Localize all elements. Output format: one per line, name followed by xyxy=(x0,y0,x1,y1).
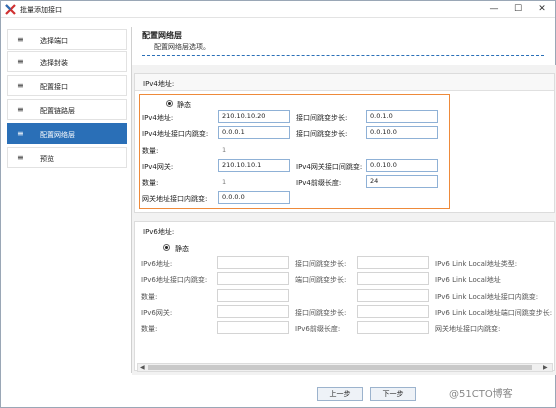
ipv4-gw-port-inner-input[interactable]: 0.0.0.0 xyxy=(218,191,290,204)
ipv6-port-inner-input[interactable] xyxy=(357,272,429,285)
ipv6-group-header: IPv6地址: xyxy=(135,222,554,239)
sidebar-item-preview[interactable]: ≡ 预览 xyxy=(7,147,127,168)
sidebar-item-label: 配置接口 xyxy=(40,83,68,91)
ipv4-static-config-box: 静态 IPv4地址: 210.10.10.20 接口间跳变步长: 0.0.1.0… xyxy=(139,94,450,209)
ipv6-gateway-label: IPv6网关: xyxy=(141,309,173,317)
ipv4-gateway-input[interactable]: 210.10.10.1 xyxy=(218,159,290,172)
ipv4-addr-input[interactable]: 210.10.10.20 xyxy=(218,110,290,123)
ipv6-ll-addr-label: IPv6 Link Local地址 xyxy=(435,276,501,284)
ipv4-inner-step-input[interactable]: 0.0.0.1 xyxy=(218,126,290,139)
maximize-button[interactable]: ☐ xyxy=(511,3,525,16)
sidebar-item-label: 预览 xyxy=(40,155,54,163)
ipv6-ll-inner-label: IPv6 Link Local地址接口内跳变: xyxy=(435,293,539,301)
ipv6-addr-input[interactable] xyxy=(217,256,289,269)
dialog-window: 批量添加接口 — ☐ ✕ ≡ 选择端口 ≡ 选择封装 ≡ 配置接口 ≡ 配置链路… xyxy=(0,0,556,408)
sidebar-item-select-encap[interactable]: ≡ 选择封装 xyxy=(7,51,127,72)
ipv4-port-inner-input[interactable]: 0.0.10.0 xyxy=(366,126,438,139)
ipv4-gw-port-inner-label: 网关地址接口内跳变: xyxy=(142,195,208,203)
ipv6-count2-input[interactable] xyxy=(217,321,289,334)
ipv4-group: IPv4地址: 静态 IPv4地址: 210.10.10.20 接口间跳变步长:… xyxy=(134,73,555,213)
sidebar-item-label: 配置网络层 xyxy=(40,131,75,139)
ipv6-port-step-input[interactable] xyxy=(357,256,429,269)
ipv4-prefix-label: IPv4前缀长度: xyxy=(296,179,342,187)
ipv6-count2-label: 数量: xyxy=(141,325,158,333)
ipv4-inner-step-label: IPv4地址接口内跳变: xyxy=(142,130,209,138)
list-icon: ≡ xyxy=(17,35,24,44)
settings-scroll-area[interactable]: IPv4地址: 静态 IPv4地址: 210.10.10.20 接口间跳变步长:… xyxy=(132,65,556,375)
page-subtitle: 配置网络层选项。 xyxy=(154,43,210,51)
ipv6-prefix-label: IPv6前缀长度: xyxy=(295,325,341,333)
ipv6-inner-step-input[interactable] xyxy=(217,272,289,285)
ipv6-static-label: 静态 xyxy=(175,245,189,253)
horizontal-scrollbar[interactable]: ◀ ▶ xyxy=(137,363,553,372)
sidebar-item-config-link-layer[interactable]: ≡ 配置链路层 xyxy=(7,99,127,120)
next-button[interactable]: 下一步 xyxy=(370,387,416,401)
ipv4-group-header: IPv4地址: xyxy=(135,74,554,91)
ipv6-count-label: 数量: xyxy=(141,293,158,301)
list-icon: ≡ xyxy=(17,105,24,114)
page-title: 配置网络层 xyxy=(142,31,182,40)
ipv4-count2-label: 数量: xyxy=(142,179,159,187)
ipv6-group: IPv6地址: 静态 IPv6地址: 接口间跳变步长: IPv6 Link Lo… xyxy=(134,221,555,371)
window-title: 批量添加接口 xyxy=(20,6,62,14)
ipv4-group-title: IPv4地址: xyxy=(143,80,175,88)
ipv4-static-radio[interactable] xyxy=(166,100,173,107)
ipv4-port-step-label: 接口间跳变步长: xyxy=(296,114,348,122)
sidebar-item-config-interface[interactable]: ≡ 配置接口 xyxy=(7,75,127,96)
list-icon: ≡ xyxy=(17,81,24,90)
wizard-steps-sidebar: ≡ 选择端口 ≡ 选择封装 ≡ 配置接口 ≡ 配置链路层 ≡ 配置网络层 ≡ 预… xyxy=(7,27,129,373)
scrollbar-thumb[interactable] xyxy=(148,365,532,370)
ipv6-port-step-label: 接口间跳变步长: xyxy=(295,260,347,268)
ipv4-gateway-inner-input[interactable]: 0.0.10.0 xyxy=(366,159,438,172)
ipv6-gw-step-input[interactable] xyxy=(357,305,429,318)
ipv6-ll-type-label: IPv6 Link Local地址类型: xyxy=(435,260,518,268)
ipv6-group-title: IPv6地址: xyxy=(143,228,175,236)
list-icon: ≡ xyxy=(17,57,24,66)
ipv6-gateway-input[interactable] xyxy=(217,305,289,318)
ipv4-addr-label: IPv4地址: xyxy=(142,114,174,122)
watermark: @51CTO博客 xyxy=(449,389,513,400)
sidebar-item-select-port[interactable]: ≡ 选择端口 xyxy=(7,29,127,50)
ipv4-count-label: 数量: xyxy=(142,147,159,155)
list-icon: ≡ xyxy=(17,129,24,138)
sidebar-item-label: 选择封装 xyxy=(40,59,68,67)
ipv4-count2-value: 1 xyxy=(222,178,227,186)
ipv6-count-input[interactable] xyxy=(217,289,289,302)
list-icon: ≡ xyxy=(17,153,24,162)
scroll-left-icon[interactable]: ◀ xyxy=(140,364,145,371)
close-button[interactable]: ✕ xyxy=(535,3,549,16)
header-divider xyxy=(142,55,544,56)
prev-button[interactable]: 上一步 xyxy=(317,387,363,401)
ipv6-gw-inner-label: 网关地址接口内跳变: xyxy=(435,325,501,333)
ipv4-port-step-input[interactable]: 0.0.1.0 xyxy=(366,110,438,123)
ipv6-addr-label: IPv6地址: xyxy=(141,260,173,268)
sidebar-item-label: 选择端口 xyxy=(40,37,68,45)
minimize-button[interactable]: — xyxy=(487,3,501,16)
app-logo-icon xyxy=(5,4,16,15)
title-bar[interactable]: 批量添加接口 — ☐ ✕ xyxy=(1,1,555,18)
ipv4-gateway-label: IPv4网关: xyxy=(142,163,174,171)
ipv4-port-inner-label: 接口间跳变步长: xyxy=(296,130,348,138)
scroll-right-icon[interactable]: ▶ xyxy=(543,364,548,371)
ipv6-ll-port-step-label: IPv6 Link Local地址端口间跳变步长: xyxy=(435,309,553,317)
ipv6-count-extra-input[interactable] xyxy=(357,289,429,302)
ipv6-inner-step-label: IPv6地址接口内跳变: xyxy=(141,276,208,284)
ipv4-gateway-inner-label: IPv4网关接口间跳变: xyxy=(296,163,363,171)
ipv6-port-inner-label: 端口间跳变步长: xyxy=(295,276,347,284)
sidebar-item-config-network-layer[interactable]: ≡ 配置网络层 xyxy=(7,123,127,144)
ipv4-count-value: 1 xyxy=(222,146,227,154)
ipv6-static-radio[interactable] xyxy=(163,244,170,251)
ipv4-static-label: 静态 xyxy=(177,101,191,109)
sidebar-item-label: 配置链路层 xyxy=(40,107,75,115)
ipv6-gw-step-label: 接口间跳变步长: xyxy=(295,309,347,317)
ipv6-prefix-input[interactable] xyxy=(357,321,429,334)
ipv4-prefix-input[interactable]: 24 xyxy=(366,175,438,188)
